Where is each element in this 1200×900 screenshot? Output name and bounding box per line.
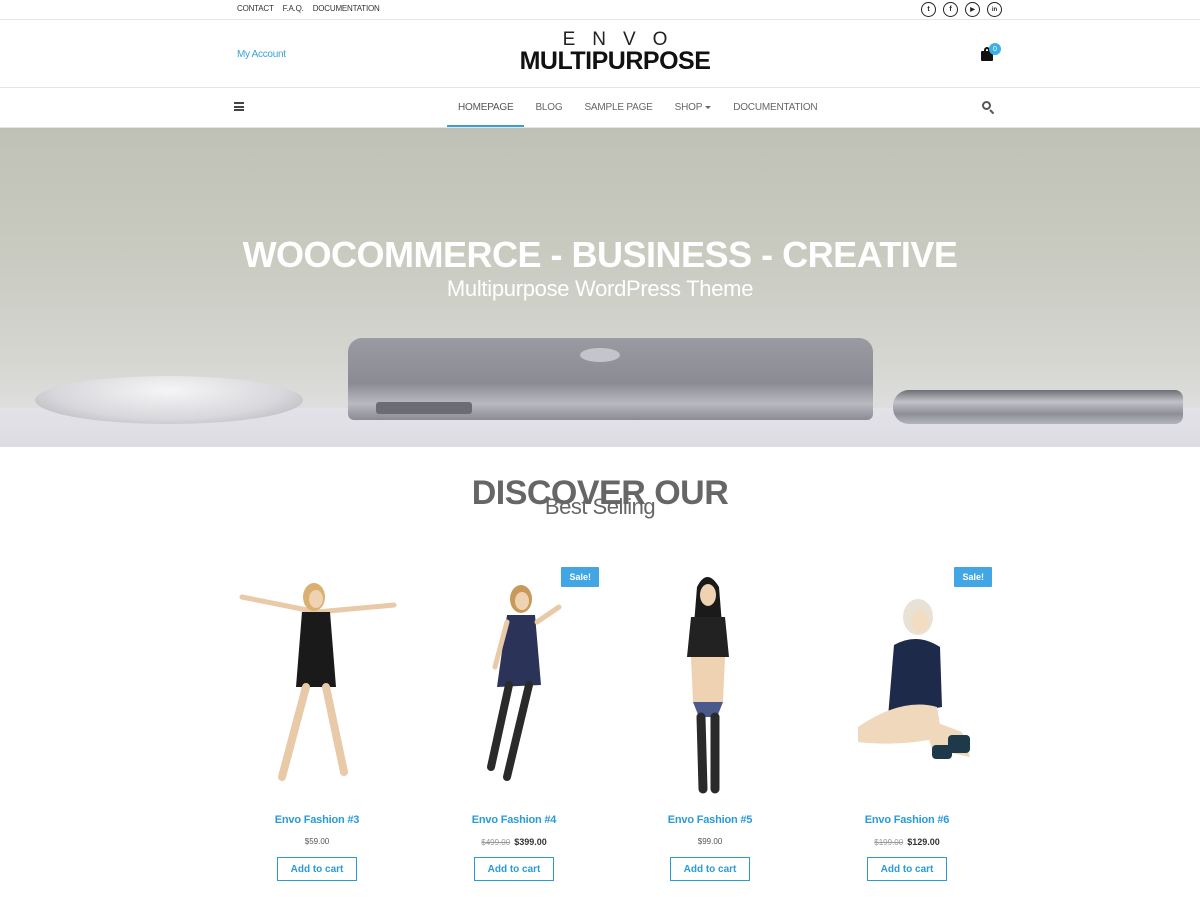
site-header: My Account ENVO MULTIPURPOSE 0 (0, 21, 1200, 88)
add-to-cart-button[interactable]: Add to cart (277, 857, 357, 881)
nav-item-shop-label: SHOP (674, 102, 703, 113)
laptop-logo (580, 348, 620, 362)
laptop-ports (376, 402, 472, 414)
top-link-documentation[interactable]: DOCUMENTATION (313, 4, 380, 13)
product-current-price: $59.00 (304, 837, 330, 846)
product-name[interactable]: Envo Fashion #3 (232, 814, 402, 826)
product-card: Envo Fashion #5 $99.00 Add to cart (625, 567, 795, 887)
hero-laptop-image (348, 338, 873, 420)
product-price: $499.00 $399.00 (429, 837, 599, 847)
product-name[interactable]: Envo Fashion #4 (429, 814, 599, 826)
nav-item-homepage[interactable]: HOMEPAGE (447, 88, 525, 127)
product-old-price: $499.00 (481, 838, 511, 847)
top-links: CONTACT F.A.Q. DOCUMENTATION (237, 4, 380, 13)
sale-badge: Sale! (561, 567, 599, 587)
site-logo[interactable]: ENVO MULTIPURPOSE (500, 30, 730, 75)
product-current-price: $99.00 (697, 837, 723, 846)
nav-item-sample-page[interactable]: SAMPLE PAGE (573, 88, 663, 127)
nav-item-shop[interactable]: SHOP (664, 88, 723, 127)
add-to-cart-button[interactable]: Add to cart (474, 857, 554, 881)
menu-toggle-icon[interactable] (234, 102, 244, 111)
top-bar: CONTACT F.A.Q. DOCUMENTATION t f ▶ in (0, 0, 1200, 20)
cart-button[interactable]: 0 (980, 43, 1001, 63)
product-card: Sale! Envo Fashion #4 $499.00 $399.00 Add… (429, 567, 599, 887)
main-navigation: HOMEPAGE BLOG SAMPLE PAGE SHOP DOCUMENTA… (0, 88, 1200, 128)
product-image[interactable] (232, 567, 402, 797)
hero-subtitle: Multipurpose WordPress Theme (446, 276, 754, 301)
nav-menu: HOMEPAGE BLOG SAMPLE PAGE SHOP DOCUMENTA… (447, 88, 828, 127)
add-to-cart-button[interactable]: Add to cart (670, 857, 750, 881)
product-image[interactable] (822, 567, 992, 797)
product-old-price: $199.00 (874, 838, 904, 847)
product-current-price: $399.00 (514, 837, 547, 847)
search-icon[interactable] (982, 101, 995, 115)
product-price: $99.00 (625, 837, 795, 846)
top-link-faq[interactable]: F.A.Q. (283, 4, 304, 13)
add-to-cart-button[interactable]: Add to cart (867, 857, 947, 881)
facebook-icon[interactable]: f (943, 2, 958, 17)
hero-banner: WOOCOMMERCE - BUSINESS - CREATIVE Multip… (0, 128, 1200, 447)
hero-phone-image (893, 390, 1183, 424)
logo-bottom-text: MULTIPURPOSE (519, 47, 711, 75)
sale-badge: Sale! (954, 567, 992, 587)
caret-down-icon (705, 105, 712, 109)
product-image[interactable] (429, 567, 599, 797)
product-image[interactable] (625, 567, 795, 797)
linkedin-icon[interactable]: in (987, 2, 1002, 17)
product-current-price: $129.00 (907, 837, 940, 847)
hero-mouse-image (35, 376, 303, 424)
nav-item-blog[interactable]: BLOG (524, 88, 573, 127)
product-card: Envo Fashion #3 $59.00 Add to cart (232, 567, 402, 887)
product-card: Sale! Envo Fashion #6 $199.00 $129.00 Add… (822, 567, 992, 887)
cart-count-badge: 0 (989, 43, 1001, 55)
hero-title: WOOCOMMERCE - BUSINESS - CREATIVE (242, 234, 958, 275)
social-icons: t f ▶ in (921, 2, 1002, 17)
product-name[interactable]: Envo Fashion #6 (822, 814, 992, 826)
twitter-icon[interactable]: t (921, 2, 936, 17)
product-price: $199.00 $129.00 (822, 837, 992, 847)
youtube-icon[interactable]: ▶ (965, 2, 980, 17)
nav-item-documentation[interactable]: DOCUMENTATION (722, 88, 828, 127)
my-account-link[interactable]: My Account (237, 49, 286, 60)
section-subtitle: Best Selling (544, 494, 656, 519)
top-link-contact[interactable]: CONTACT (237, 4, 274, 13)
product-name[interactable]: Envo Fashion #5 (625, 814, 795, 826)
product-price: $59.00 (232, 837, 402, 846)
